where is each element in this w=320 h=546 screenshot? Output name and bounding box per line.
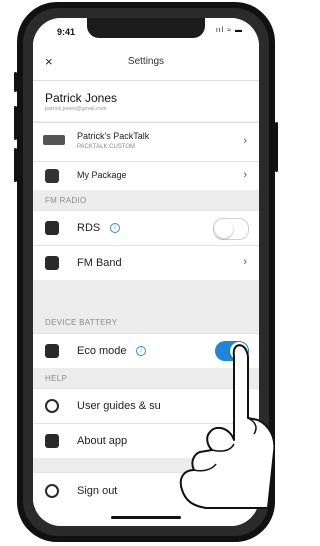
status-time: 9:41 (57, 27, 76, 37)
my-package-row[interactable]: My Package › (33, 161, 259, 190)
about-app-label: About app (77, 435, 128, 447)
rds-label: RDS (77, 222, 101, 234)
sign-out-icon (45, 484, 59, 498)
volume-down-button (14, 148, 17, 182)
pointing-hand-icon (179, 344, 275, 509)
headset-device-icon (43, 135, 65, 145)
battery-icon (45, 344, 59, 358)
user-guides-label: User guides & su (77, 400, 161, 412)
about-icon (45, 434, 59, 448)
volume-up-button (14, 106, 17, 140)
section-fm-radio: FM RADIO (33, 190, 259, 210)
device-model: PACKTALK CUSTOM (77, 144, 136, 150)
rds-icon (45, 221, 59, 235)
fm-band-icon (45, 256, 59, 270)
chevron-right-icon: › (243, 135, 247, 147)
fm-band-row[interactable]: FM Band › (33, 245, 259, 280)
fm-band-label: FM Band (77, 257, 122, 269)
toggle-knob (215, 220, 233, 238)
device-row[interactable]: Patrick's PackTalk PACKTALK CUSTOM › (33, 122, 259, 161)
section-label: FM RADIO (45, 196, 87, 205)
home-indicator-area (33, 509, 259, 526)
package-label: My Package (77, 170, 127, 180)
chevron-right-icon: › (243, 169, 247, 181)
profile-block: Patrick Jones patrick.jones@gmail.com (33, 81, 259, 121)
section-label: HELP (45, 374, 68, 383)
profile-email: patrick.jones@gmail.com (45, 106, 107, 112)
section-label: DEVICE BATTERY (45, 318, 118, 327)
rds-toggle[interactable] (213, 218, 249, 240)
device-name: Patrick's PackTalk (77, 131, 150, 141)
eco-mode-label: Eco mode (77, 345, 127, 357)
status-indicators: ııl ≈ ▬ (215, 27, 243, 34)
home-indicator (111, 516, 181, 519)
guide-icon (45, 399, 59, 413)
sign-out-label: Sign out (77, 485, 118, 497)
info-icon[interactable]: i (136, 346, 146, 356)
profile-name: Patrick Jones (45, 91, 118, 105)
section-device-battery: DEVICE BATTERY (33, 280, 259, 332)
power-button (275, 122, 278, 172)
settings-header: × Settings (33, 44, 259, 81)
rds-row: RDS i (33, 210, 259, 245)
notch (87, 18, 205, 38)
package-icon (45, 169, 59, 183)
info-icon[interactable]: i (110, 223, 120, 233)
mute-switch (14, 72, 17, 92)
status-bar: 9:41 ııl ≈ ▬ (33, 18, 259, 44)
chevron-right-icon: › (243, 256, 247, 268)
page-title: Settings (127, 56, 165, 67)
